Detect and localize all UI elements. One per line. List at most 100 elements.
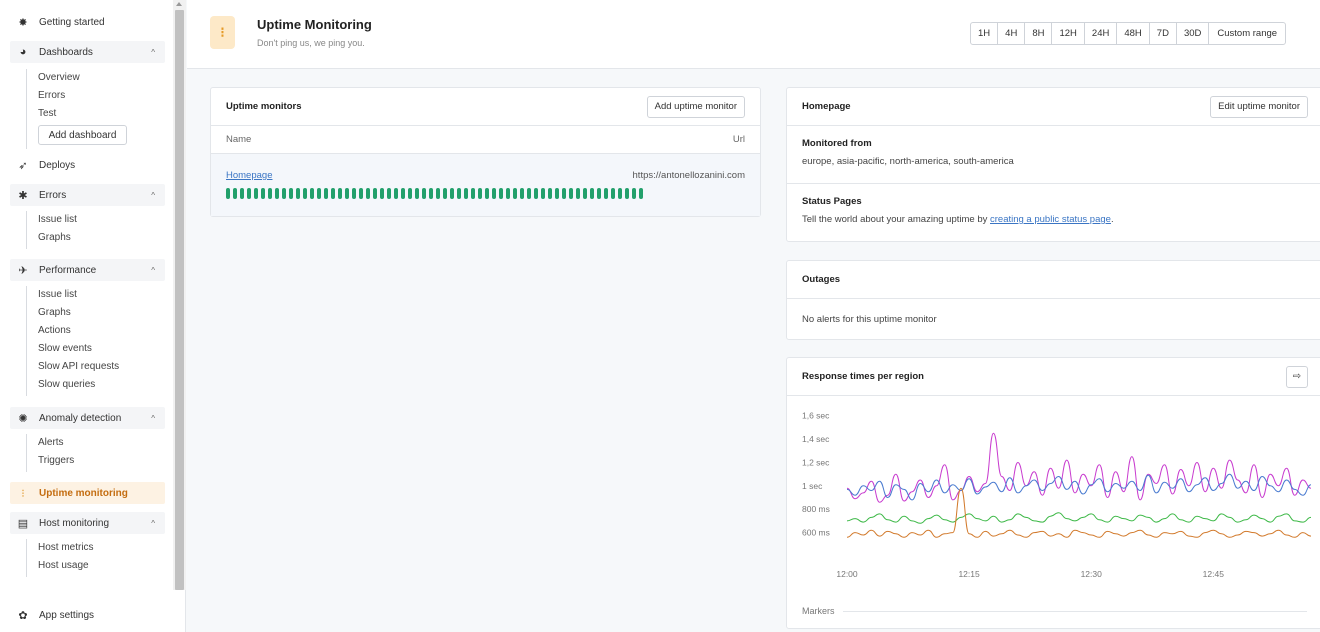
uptime-check-bar[interactable] [359,188,363,199]
series-line-2[interactable] [846,512,1312,524]
nav-anomaly-alerts[interactable]: Alerts [27,434,166,452]
nav-dashboards-test[interactable]: Test [27,105,166,123]
add-uptime-monitor-button[interactable]: Add uptime monitor [646,95,745,118]
uptime-check-bar[interactable] [394,188,398,199]
uptime-check-bar[interactable] [471,188,475,199]
uptime-check-bar[interactable] [443,188,447,199]
uptime-check-bar[interactable] [254,188,258,199]
uptime-check-bar[interactable] [289,188,293,199]
nav-uptime-monitoring[interactable]: ⁝ Uptime monitoring [10,482,165,504]
uptime-check-bar[interactable] [296,188,300,199]
nav-deploys[interactable]: ➶ Deploys [0,154,172,176]
uptime-check-bar[interactable] [548,188,552,199]
create-status-page-link[interactable]: creating a public status page [990,214,1111,225]
nav-performance[interactable]: ✈ Performance ^ [10,259,165,281]
nav-dashboards[interactable]: ◕ Dashboards ^ [10,41,165,63]
uptime-check-bar[interactable] [464,188,468,199]
uptime-check-bar[interactable] [345,188,349,199]
uptime-check-bar[interactable] [590,188,594,199]
uptime-check-bar[interactable] [261,188,265,199]
uptime-check-bar[interactable] [415,188,419,199]
monitor-name-link[interactable]: Homepage [226,170,272,181]
uptime-check-bar[interactable] [520,188,524,199]
uptime-check-bar[interactable] [373,188,377,199]
table-row[interactable]: Homepage https://antonellozanini.com [211,154,760,216]
uptime-check-bar[interactable] [639,188,643,199]
uptime-check-bar[interactable] [597,188,601,199]
uptime-check-bar[interactable] [366,188,370,199]
scroll-up-icon[interactable] [176,2,182,6]
range-12h[interactable]: 12H [1052,23,1085,44]
uptime-check-bar[interactable] [527,188,531,199]
uptime-check-bar[interactable] [555,188,559,199]
range-custom[interactable]: Custom range [1209,23,1285,44]
range-1h[interactable]: 1H [971,23,999,44]
uptime-check-bar[interactable] [310,188,314,199]
uptime-check-bar[interactable] [282,188,286,199]
uptime-check-bar[interactable] [303,188,307,199]
uptime-check-bar[interactable] [331,188,335,199]
uptime-check-bar[interactable] [562,188,566,199]
uptime-check-bar[interactable] [226,188,230,199]
uptime-check-bar[interactable] [499,188,503,199]
uptime-check-bar[interactable] [506,188,510,199]
nav-getting-started[interactable]: ✸ Getting started [0,11,172,33]
uptime-check-bar[interactable] [485,188,489,199]
uptime-check-bar[interactable] [569,188,573,199]
nav-dashboards-overview[interactable]: Overview [27,69,166,87]
uptime-check-bar[interactable] [422,188,426,199]
edit-uptime-monitor-button[interactable]: Edit uptime monitor [1210,95,1308,118]
nav-errors-graphs[interactable]: Graphs [27,229,166,247]
nav-dashboards-errors[interactable]: Errors [27,87,166,105]
uptime-check-bar[interactable] [338,188,342,199]
series-line-3[interactable] [846,487,1312,538]
nav-host-metrics[interactable]: Host metrics [27,539,166,557]
export-icon[interactable]: ⇨ [1286,365,1308,388]
uptime-check-bar[interactable] [401,188,405,199]
range-48h[interactable]: 48H [1117,23,1150,44]
nav-performance-actions[interactable]: Actions [27,322,166,340]
nav-host-monitoring[interactable]: ▤ Host monitoring ^ [10,512,165,534]
uptime-check-bar[interactable] [632,188,636,199]
uptime-check-bar[interactable] [541,188,545,199]
uptime-check-bar[interactable] [352,188,356,199]
uptime-check-bar[interactable] [233,188,237,199]
nav-host-usage[interactable]: Host usage [27,557,166,575]
uptime-check-bar[interactable] [387,188,391,199]
uptime-check-bar[interactable] [380,188,384,199]
sidebar-scrollbar[interactable] [173,0,186,590]
range-4h[interactable]: 4H [998,23,1026,44]
range-30d[interactable]: 30D [1177,23,1210,44]
range-8h[interactable]: 8H [1025,23,1053,44]
nav-performance-slow-queries[interactable]: Slow queries [27,376,166,394]
nav-performance-slow-api[interactable]: Slow API requests [27,358,166,376]
uptime-check-bar[interactable] [408,188,412,199]
uptime-check-bar[interactable] [604,188,608,199]
uptime-check-bar[interactable] [436,188,440,199]
uptime-check-bar[interactable] [513,188,517,199]
uptime-check-bar[interactable] [478,188,482,199]
uptime-check-bar[interactable] [450,188,454,199]
nav-anomaly-triggers[interactable]: Triggers [27,452,166,470]
nav-errors-issue-list[interactable]: Issue list [27,211,166,229]
nav-anomaly-detection[interactable]: ✺ Anomaly detection ^ [10,407,165,429]
range-24h[interactable]: 24H [1085,23,1118,44]
series-line-1[interactable] [846,473,1312,501]
nav-app-settings[interactable]: ✿ App settings [0,604,186,626]
uptime-check-bar[interactable] [268,188,272,199]
uptime-check-bar[interactable] [576,188,580,199]
add-dashboard-button[interactable]: Add dashboard [38,125,127,145]
uptime-check-bar[interactable] [534,188,538,199]
nav-performance-graphs[interactable]: Graphs [27,304,166,322]
uptime-check-bar[interactable] [247,188,251,199]
uptime-check-bar[interactable] [457,188,461,199]
nav-errors[interactable]: ✱ Errors ^ [10,184,165,206]
uptime-check-bar[interactable] [611,188,615,199]
nav-performance-issue-list[interactable]: Issue list [27,286,166,304]
uptime-check-bar[interactable] [429,188,433,199]
uptime-check-bar[interactable] [275,188,279,199]
uptime-check-bar[interactable] [492,188,496,199]
uptime-check-bar[interactable] [324,188,328,199]
uptime-check-bar[interactable] [618,188,622,199]
uptime-check-bar[interactable] [240,188,244,199]
